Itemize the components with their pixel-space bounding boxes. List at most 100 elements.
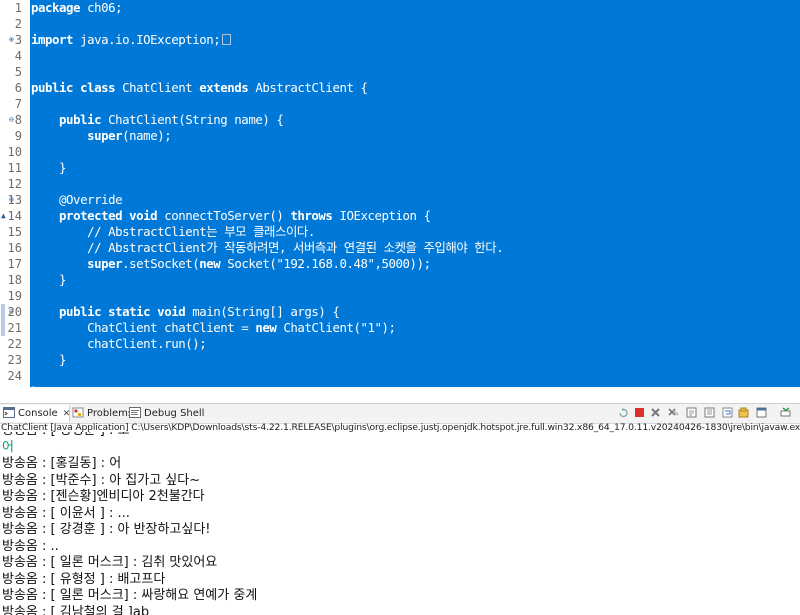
line-number-label: 8 xyxy=(14,113,22,127)
fold-expand-icon[interactable]: ⊕ xyxy=(9,32,14,48)
code-line[interactable]: package ch06; xyxy=(31,0,123,16)
line-number-label: 2 xyxy=(14,17,22,31)
line-number-label: 9 xyxy=(14,129,22,143)
line-number-label: 20 xyxy=(7,305,22,319)
minimize-icon[interactable] xyxy=(780,407,791,418)
keyword-token: new xyxy=(199,256,221,271)
line-number: 2 xyxy=(0,16,30,32)
console-output-line: 방송옴 : [ 이윤서 ] : ... xyxy=(2,505,130,521)
console-icon xyxy=(3,407,15,418)
code-token: // AbstractClient는 부모 클래스이다. xyxy=(31,224,315,239)
console-output-line: 방송옴 : [ 일론 머스크] : 김취 맛있어요 xyxy=(2,555,218,570)
keyword-token: super xyxy=(87,256,123,271)
code-line[interactable]: super.setSocket(new Socket("192.168.0.48… xyxy=(31,256,431,272)
code-token: .setSocket( xyxy=(122,256,200,271)
code-token: Socket("192.168.0.48",5000)); xyxy=(220,256,431,271)
line-number: 11 xyxy=(0,160,30,176)
line-number-label: 22 xyxy=(7,337,22,351)
code-token: chatClient.run(); xyxy=(31,336,207,351)
tab-problems-label: Problems xyxy=(87,408,134,419)
code-line[interactable]: @Override xyxy=(31,192,123,208)
keyword-token: new xyxy=(255,320,277,335)
line-number-label: 11 xyxy=(7,161,22,175)
view-tab-bar: Console ✕ Problems Debug Shell xyxy=(0,403,800,424)
code-token: connectToServer() xyxy=(157,208,291,223)
debug-shell-icon xyxy=(129,407,141,418)
relaunch-icon[interactable] xyxy=(618,407,629,418)
tab-console[interactable]: Console ✕ xyxy=(0,405,70,422)
line-number: 24 xyxy=(0,368,30,384)
code-token: ChatClient(String name) { xyxy=(101,112,284,127)
line-number-gutter: 1 2 ⊕ 3 4 5 6 7 ⊖ 8 9 10 11 12 ⊖ 13 ▲ 14 15 16 17 18 19 ⊖ 20 21 22… xyxy=(0,0,30,387)
code-token: main(String[] args) { xyxy=(185,304,340,319)
code-line[interactable]: import java.io.IOException; xyxy=(31,32,232,48)
keyword-token: package xyxy=(31,0,81,15)
line-number-label: 15 xyxy=(7,225,22,239)
console-panel: Console ✕ Problems Debug Shell ChatClient… xyxy=(0,387,800,615)
console-output-line: 방송옴 : [ 유형정 ] : 배고프다 xyxy=(2,571,166,587)
line-number-label: 1 xyxy=(14,1,22,15)
code-token: (name); xyxy=(122,128,172,143)
console-output[interactable]: 방송옴 : [ 강경훈 ] : 오어방송옴 : [홍길동] : 어방송옴 : [… xyxy=(0,432,800,615)
code-line[interactable]: ChatClient chatClient = new ChatClient("… xyxy=(31,320,396,336)
remove-all-icon[interactable] xyxy=(668,407,679,418)
pin-icon[interactable] xyxy=(738,407,749,418)
remove-icon[interactable] xyxy=(650,407,661,418)
line-number: 7 xyxy=(0,96,30,112)
console-output-line: 방송옴 : .. xyxy=(2,538,59,554)
line-number-label: 19 xyxy=(7,289,22,303)
code-line[interactable]: public static void main(String[] args) { xyxy=(31,304,340,320)
close-icon[interactable]: ✕ xyxy=(63,409,71,419)
code-token: // AbstractClient가 작동하려면, 서버측과 연결된 소켓을 주… xyxy=(31,240,504,255)
line-number: 1 xyxy=(0,0,30,16)
code-line[interactable]: protected void connectToServer() throws … xyxy=(31,208,431,224)
code-line[interactable]: } xyxy=(31,272,66,288)
line-number: ▲ 14 xyxy=(0,208,30,224)
code-line[interactable]: public ChatClient(String name) { xyxy=(31,112,284,128)
code-token: } xyxy=(31,160,67,175)
code-token: @Override xyxy=(31,192,123,207)
line-number: 5 xyxy=(0,64,30,80)
override-marker-icon[interactable]: ▲ xyxy=(1,208,6,224)
line-number-label: 18 xyxy=(7,273,22,287)
code-line[interactable]: public class ChatClient extends Abstract… xyxy=(31,80,368,96)
console-output-line: 방송옴 : [ 김남철의 걸 ]ab xyxy=(2,604,150,615)
code-token: } xyxy=(31,352,67,367)
line-number-label: 17 xyxy=(7,257,22,271)
console-output-line: 방송옴 : [박준수] : 아 집가고 싶다~ xyxy=(2,472,201,488)
code-editor[interactable]: 1 2 ⊕ 3 4 5 6 7 ⊖ 8 9 10 11 12 ⊖ 13 ▲ 14 15 16 17 18 19 ⊖ 20 21 22… xyxy=(0,0,800,387)
code-token: } xyxy=(31,272,67,287)
code-line[interactable]: } xyxy=(31,160,66,176)
line-number-label: 6 xyxy=(14,81,22,95)
clear-console-icon[interactable] xyxy=(686,407,697,418)
terminate-icon[interactable] xyxy=(634,407,645,418)
line-number-label: 12 xyxy=(7,177,22,191)
code-token: ChatClient("1"); xyxy=(276,320,396,335)
line-number: 16 xyxy=(0,240,30,256)
code-line[interactable]: } xyxy=(31,352,66,368)
keyword-token: super xyxy=(87,128,123,143)
keyword-token: extends xyxy=(199,80,249,95)
word-wrap-icon[interactable] xyxy=(722,407,733,418)
code-token: ChatClient chatClient = xyxy=(31,320,256,335)
tab-debug-shell[interactable]: Debug Shell xyxy=(129,405,204,422)
code-line[interactable]: // AbstractClient가 작동하려면, 서버측과 연결된 소켓을 주… xyxy=(31,240,504,256)
display-console-icon[interactable] xyxy=(756,407,767,418)
code-line[interactable]: super(name); xyxy=(31,128,172,144)
folded-imports-icon[interactable] xyxy=(222,34,232,45)
code-line[interactable]: // AbstractClient는 부모 클래스이다. xyxy=(31,224,315,240)
tab-debug-shell-label: Debug Shell xyxy=(144,408,205,419)
line-number: 22 xyxy=(0,336,30,352)
console-output-line: 방송옴 : [ 강경훈 ] : 오 xyxy=(2,432,129,439)
line-number: 17 xyxy=(0,256,30,272)
code-line[interactable]: chatClient.run(); xyxy=(31,336,207,352)
scroll-lock-icon[interactable] xyxy=(704,407,715,418)
tab-problems[interactable]: Problems xyxy=(72,405,133,422)
fold-collapse-icon[interactable]: ⊖ xyxy=(9,112,14,128)
code-token: java.io.IOException; xyxy=(73,32,221,47)
line-number: 10 xyxy=(0,144,30,160)
line-number: ⊖ 8 xyxy=(0,112,30,128)
code-area[interactable]: package ch06; import java.io.IOException;… xyxy=(30,0,800,387)
line-number: 18 xyxy=(0,272,30,288)
